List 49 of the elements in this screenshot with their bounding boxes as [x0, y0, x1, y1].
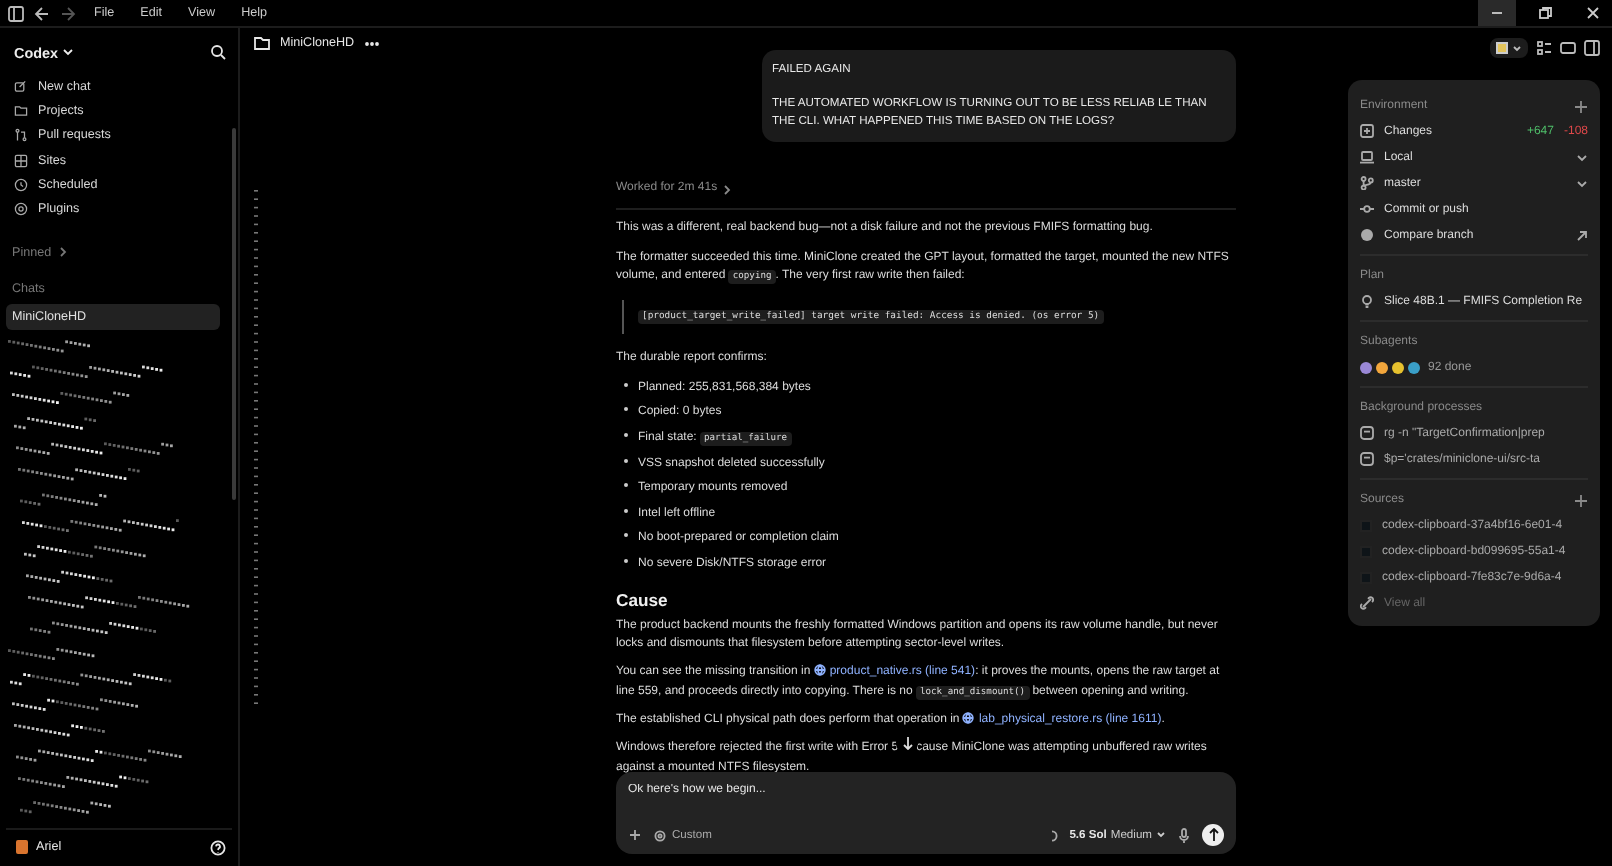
commit-icon [1360, 202, 1374, 216]
arrow-down-icon [901, 736, 914, 751]
chevron-down-icon [1576, 177, 1588, 189]
help-icon[interactable] [210, 839, 226, 856]
diff-icon [1360, 124, 1374, 138]
minimize-button[interactable] [1478, 0, 1516, 26]
sidebar-toggle-icon[interactable] [8, 5, 24, 21]
chevron-down-icon [1156, 830, 1166, 840]
section-heading: Cause [616, 591, 670, 610]
branch-icon [1360, 176, 1374, 190]
chevron-right-icon [721, 183, 732, 196]
grid-icon [14, 153, 28, 168]
minimize-icon [1490, 6, 1504, 20]
chevron-right-icon[interactable] [57, 246, 68, 259]
forward-arrow-icon[interactable] [60, 5, 76, 21]
folder-icon [254, 36, 270, 50]
back-arrow-icon[interactable] [34, 5, 50, 21]
link-icon [1360, 596, 1374, 610]
search-icon[interactable] [210, 44, 226, 61]
close-icon [1586, 6, 1600, 20]
microphone-icon[interactable] [1178, 827, 1190, 843]
open-in-button[interactable] [1490, 38, 1528, 58]
globe-icon [813, 664, 826, 677]
send-button[interactable] [1202, 824, 1224, 846]
lightbulb-icon [1360, 294, 1374, 308]
arrow-up-icon [1207, 828, 1219, 842]
plus-icon[interactable] [628, 828, 642, 842]
restore-icon [1538, 6, 1552, 20]
folder-icon [14, 103, 28, 118]
monitor-icon[interactable] [1560, 40, 1576, 56]
list-icon[interactable] [1536, 40, 1552, 56]
chevron-down-icon [61, 46, 74, 59]
laptop-icon [1360, 150, 1374, 164]
avatar-icon [16, 840, 28, 855]
gear-icon [654, 829, 666, 841]
edit-icon [14, 79, 28, 94]
globe-icon [962, 712, 975, 725]
chevron-down-icon [1512, 43, 1522, 53]
plus-icon[interactable] [1574, 99, 1588, 113]
terminal-icon [1360, 452, 1374, 466]
plugin-icon [14, 202, 28, 217]
pull-request-icon [14, 128, 28, 143]
more-icon[interactable] [364, 39, 381, 47]
plus-icon[interactable] [1574, 493, 1588, 507]
clock-icon [14, 177, 28, 192]
external-link-icon [1576, 229, 1588, 241]
chevron-down-icon [1576, 151, 1588, 163]
terminal-icon [1360, 426, 1374, 440]
panel-icon[interactable] [1584, 40, 1600, 56]
